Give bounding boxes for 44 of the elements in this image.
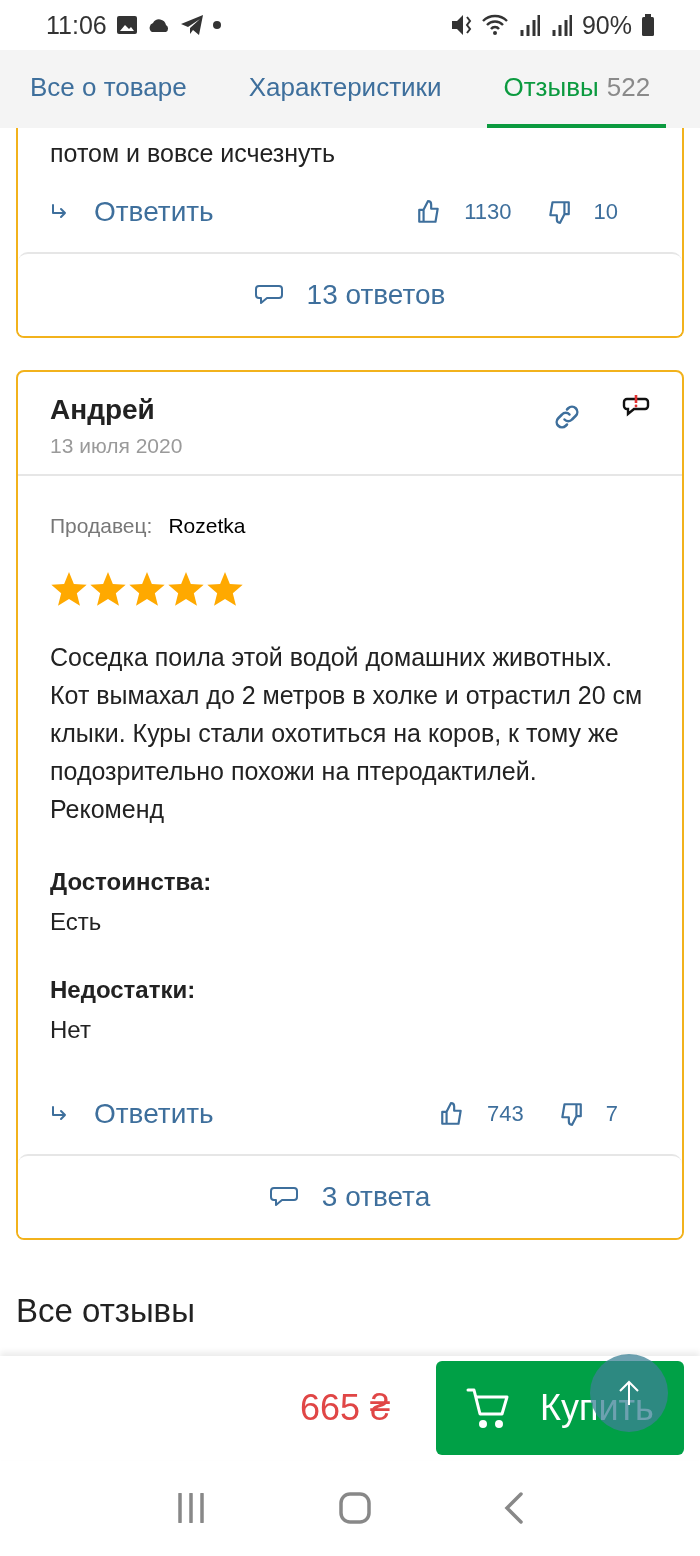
reply-button[interactable]: Ответить bbox=[50, 196, 214, 228]
like-button[interactable]: 743 bbox=[439, 1101, 524, 1127]
reply-arrow-icon bbox=[50, 1105, 68, 1123]
section-title: Все отзывы bbox=[16, 1292, 196, 1330]
back-icon[interactable] bbox=[503, 1492, 524, 1524]
replies-button[interactable]: 3 ответа bbox=[18, 1154, 682, 1238]
pros-label: Достоинства: bbox=[50, 868, 213, 896]
recent-apps-icon[interactable] bbox=[176, 1493, 207, 1523]
reply-button[interactable]: Ответить bbox=[50, 1098, 214, 1130]
cons-text: Нет bbox=[50, 1016, 92, 1044]
tab-count: 522 bbox=[606, 71, 651, 103]
star-icon bbox=[128, 572, 166, 608]
dot-icon bbox=[212, 21, 221, 29]
star-icon bbox=[89, 572, 127, 608]
star-icon bbox=[206, 572, 244, 608]
pros-text: Есть bbox=[50, 908, 103, 936]
price: 665 ₴ bbox=[299, 1387, 390, 1429]
review-text: потом и вовсе исчезнуть bbox=[50, 138, 337, 169]
review-author: Андрей bbox=[50, 394, 156, 426]
tab[interactable]: Характеристики bbox=[232, 50, 458, 128]
comment-icon bbox=[269, 1185, 298, 1209]
battery-percent: 90% bbox=[581, 10, 632, 40]
seller-name: Rozetka bbox=[168, 514, 246, 538]
dislike-button[interactable]: 7 bbox=[557, 1101, 618, 1127]
comment-icon bbox=[254, 283, 283, 307]
star-icon bbox=[167, 572, 205, 608]
battery-icon bbox=[642, 14, 654, 36]
replies-button[interactable]: 13 ответов bbox=[18, 252, 682, 336]
seller-label: Продавец: bbox=[50, 514, 153, 538]
mute-icon bbox=[451, 14, 472, 36]
review-date: 13 июля 2020 bbox=[50, 434, 183, 458]
image-icon bbox=[116, 16, 137, 34]
like-button[interactable]: 1130 bbox=[416, 199, 512, 225]
tab[interactable]: Отзывы 522 bbox=[487, 50, 667, 128]
paper-plane-icon bbox=[180, 15, 203, 35]
reply-arrow-icon bbox=[50, 203, 68, 221]
review-text: Соседка поила этой водой домашних животных. Кот вымахал до 2 метров в холке и отрастил 20 см клыки. Куры стали охотиться на коров, к тому же подозрительно похожи на птеродактилей. Рекоменд bbox=[50, 642, 644, 825]
home-icon[interactable] bbox=[339, 1492, 371, 1524]
clock: 11:06 bbox=[46, 10, 107, 40]
tab[interactable]: Все о товаре bbox=[14, 50, 203, 128]
star-icon bbox=[50, 572, 88, 608]
wifi-icon bbox=[481, 14, 508, 36]
dislike-button[interactable]: 10 bbox=[545, 199, 618, 225]
cons-label: Недостатки: bbox=[50, 976, 197, 1004]
